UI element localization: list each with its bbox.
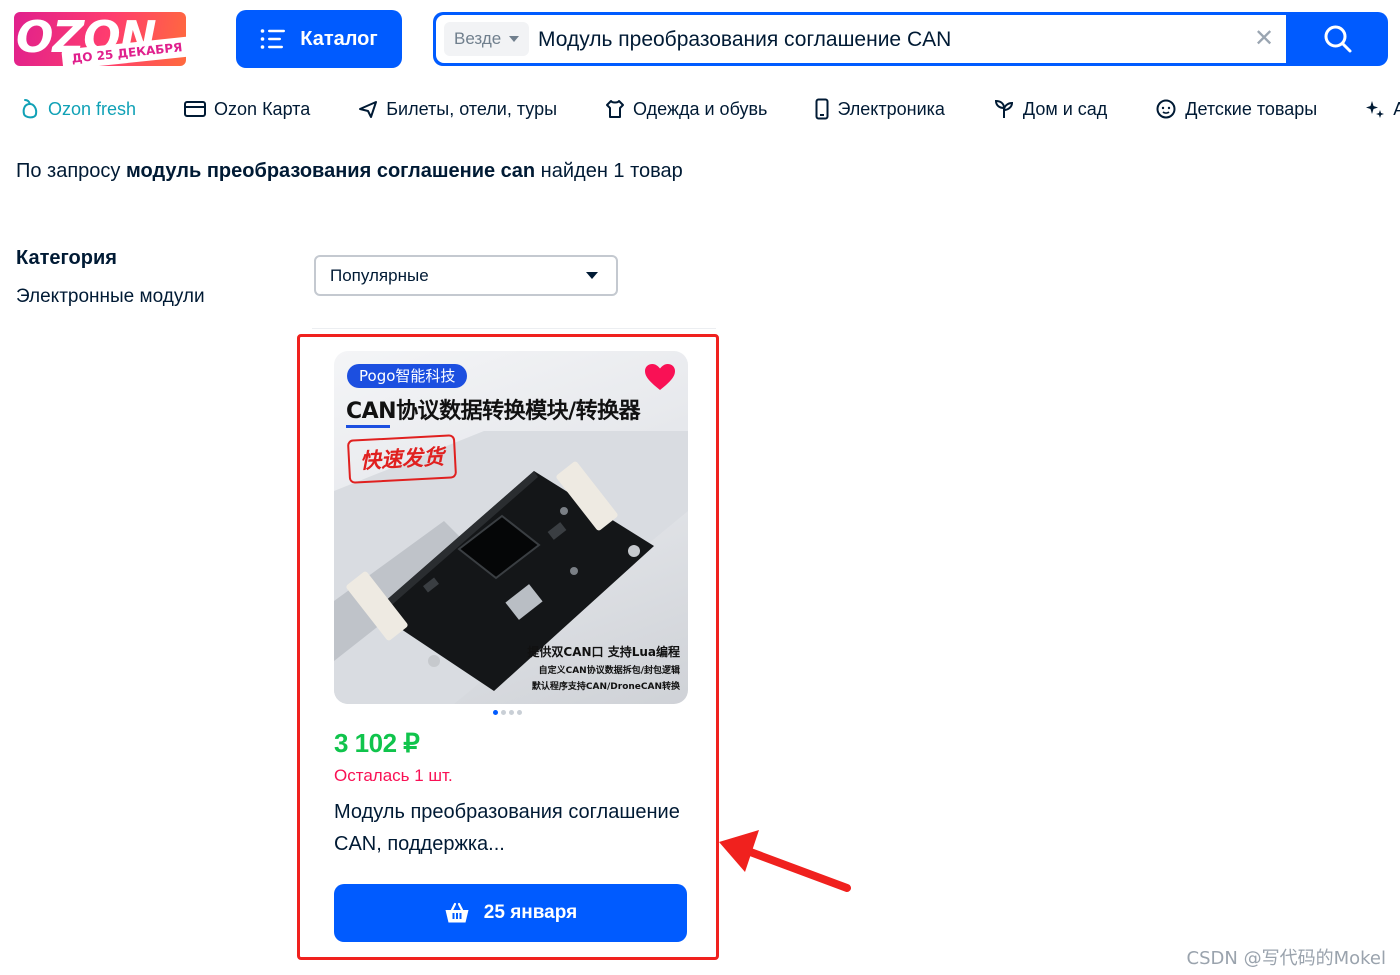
watermark: CSDN @写代码的Mokel xyxy=(1186,948,1386,969)
nav-item-travel[interactable]: Билеты, отели, туры xyxy=(358,99,557,120)
image-caption-1: 提供双CAN口 支持Lua编程 xyxy=(527,645,680,659)
product-price: 3 102 ₽ xyxy=(334,728,420,758)
nav-item-label: Билеты, отели, туры xyxy=(386,98,558,119)
result-suffix: найден 1 товар xyxy=(535,160,683,182)
gallery-dot[interactable] xyxy=(501,710,506,715)
nav-item-kids[interactable]: Детские товары xyxy=(1155,98,1317,120)
product-image[interactable]: Pogo智能科技 CAN协议数据转换模块/转换器 快速发货 提供双CAN口 支持… xyxy=(334,351,688,704)
nav-item-ozon-fresh[interactable]: Ozon fresh xyxy=(20,98,136,120)
kids-icon xyxy=(1156,99,1176,119)
sparkle-icon xyxy=(1366,101,1385,118)
image-brand-pill: Pogo智能科技 xyxy=(347,364,468,388)
sort-select[interactable]: Популярные xyxy=(314,255,618,296)
catalog-label: Каталог xyxy=(300,27,378,50)
clear-icon[interactable]: ✕ xyxy=(1254,25,1274,53)
menu-icon xyxy=(260,29,286,49)
gallery-dots[interactable] xyxy=(493,710,522,715)
nav-item-label: Ozon Карта xyxy=(214,98,311,119)
delivery-date-label: 25 января xyxy=(483,902,578,923)
search-bar: Везде Модуль преобразования соглашение C… xyxy=(433,12,1388,66)
category-nav: Ozon fresh Ozon Карта Билеты, отели, тур… xyxy=(20,96,1400,122)
chevron-down-icon xyxy=(509,36,520,42)
category-filter-title: Категория xyxy=(16,247,117,269)
plant-icon xyxy=(994,99,1013,118)
search-input[interactable]: Модуль преобразования соглашение CAN xyxy=(538,28,951,52)
search-scope-label: Везде xyxy=(454,29,502,48)
nav-item-label: Ак xyxy=(1393,98,1400,119)
nav-item-label: Электроника xyxy=(837,98,945,119)
product-title-link[interactable]: Модуль преобразования соглашение CAN, по… xyxy=(334,796,684,860)
search-field-wrapper: Везде Модуль преобразования соглашение C… xyxy=(436,15,1286,63)
search-result-summary: По запросу модуль преобразования соглаше… xyxy=(16,160,683,183)
sort-selected-label: Популярные xyxy=(330,265,429,285)
nav-item-promo[interactable]: Ак xyxy=(1365,99,1400,120)
nav-item-electronics[interactable]: Электроника xyxy=(815,98,945,120)
grid-divider xyxy=(312,328,716,329)
stock-badge: Осталась 1 шт. xyxy=(334,766,453,785)
image-underline xyxy=(346,425,390,428)
clothes-icon xyxy=(606,100,625,118)
search-scope-select[interactable]: Везде xyxy=(444,22,530,56)
fast-delivery-stamp: 快速发货 xyxy=(346,434,458,484)
fresh-icon xyxy=(22,99,38,119)
gallery-dot[interactable] xyxy=(517,710,522,715)
add-to-cart-button[interactable]: 25 января xyxy=(334,884,687,942)
gallery-dot[interactable] xyxy=(509,710,514,715)
nav-item-label: Одежда и обувь xyxy=(633,98,768,119)
annotation-arrow xyxy=(719,830,851,892)
nav-item-home-garden[interactable]: Дом и сад xyxy=(993,98,1107,120)
nav-item-clothes[interactable]: Одежда и обувь xyxy=(605,99,767,120)
result-prefix: По запросу xyxy=(16,160,126,182)
catalog-button[interactable]: Каталог xyxy=(236,10,402,68)
nav-item-ozon-card[interactable]: Ozon Карта xyxy=(184,99,310,120)
plane-icon xyxy=(359,101,378,118)
ozon-logo[interactable]: OZON ДО 25 ДЕКАБРЯ xyxy=(14,12,186,66)
search-button[interactable] xyxy=(1288,12,1388,66)
category-filter-link[interactable]: Электронные модули xyxy=(16,286,205,308)
image-headline: CAN协议数据转换模块/转换器 xyxy=(346,399,641,424)
gallery-dot[interactable] xyxy=(493,710,498,715)
nav-item-label: Детские товары xyxy=(1185,98,1318,119)
heart-icon[interactable] xyxy=(644,363,676,391)
card-icon xyxy=(184,101,207,117)
search-icon xyxy=(1324,25,1352,53)
basket-icon xyxy=(445,902,469,923)
nav-item-label: Дом и сад xyxy=(1022,98,1108,119)
chevron-down-icon xyxy=(586,272,598,279)
image-caption-2: 自定义CAN协议数据拆包/封包逻辑 xyxy=(538,666,680,676)
nav-item-label: Ozon fresh xyxy=(48,98,137,119)
result-query: модуль преобразования соглашение can xyxy=(125,160,536,182)
phone-icon xyxy=(815,98,829,120)
image-caption-3: 默认程序支持CAN/DroneCAN转换 xyxy=(531,682,680,692)
